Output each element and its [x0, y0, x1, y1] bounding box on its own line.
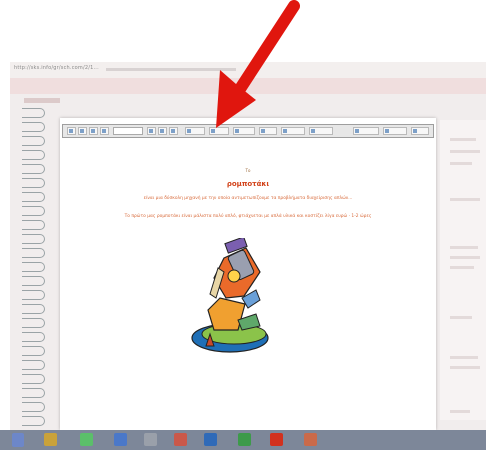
sidebar-line [450, 356, 478, 359]
powerpoint-icon[interactable] [238, 433, 251, 446]
spiral-ring [22, 150, 45, 160]
spiral-ring [22, 346, 45, 356]
sidebar-line [450, 246, 478, 249]
spiral-ring [22, 178, 45, 188]
spiral-ring [22, 136, 45, 146]
internet-explorer-icon[interactable] [114, 433, 127, 446]
sidebar-line [450, 150, 480, 153]
spiral-ring [22, 108, 45, 118]
spiral-ring [22, 164, 45, 174]
spiral-ring [22, 248, 45, 258]
chrome-icon[interactable] [80, 433, 93, 446]
spiral-ring [22, 318, 45, 328]
sidebar-line [450, 366, 480, 369]
spiral-ring [22, 262, 45, 272]
document-title: ρομποτάκι [226, 180, 270, 188]
spiral-ring [22, 206, 45, 216]
excel-icon[interactable] [204, 433, 217, 446]
italic-icon[interactable] [158, 127, 167, 135]
windows-taskbar [0, 430, 486, 450]
undo-icon[interactable] [89, 127, 98, 135]
red-pointer-arrow-icon [216, 0, 300, 128]
forward-icon[interactable] [78, 127, 87, 135]
spiral-ring [22, 276, 45, 286]
underline-icon[interactable] [169, 127, 178, 135]
spiral-ring [22, 374, 45, 384]
spiral-ring [22, 220, 45, 230]
sidebar-line [450, 138, 476, 141]
redo-icon[interactable] [100, 127, 109, 135]
spiral-ring [22, 388, 45, 398]
sidebar-line [450, 410, 470, 413]
spiral-ring [22, 402, 45, 412]
spiral-ring [22, 416, 45, 426]
align-icon[interactable] [185, 127, 205, 135]
spiral-ring [22, 122, 45, 132]
spiral-ring [22, 290, 45, 300]
file-explorer-icon[interactable] [44, 433, 57, 446]
spiral-ring [22, 360, 45, 370]
sidebar-line [450, 198, 480, 201]
paint-icon[interactable] [270, 433, 283, 446]
spiral-ring [22, 332, 45, 342]
spiral-binding [10, 108, 52, 430]
site-logo [24, 98, 60, 103]
help-icon[interactable] [411, 127, 429, 135]
back-icon[interactable] [67, 127, 76, 135]
robot-illustration [191, 238, 269, 353]
folder-icon[interactable] [304, 433, 317, 446]
spiral-ring [22, 192, 45, 202]
url-text: http://sks.info/gr/sch.com/2/1... [14, 65, 99, 71]
sidebar-line [450, 256, 480, 259]
document-description: Το πρώτο μας ρομποτάκι είναι μάλιστα πολ… [124, 214, 372, 219]
sidebar-line [450, 316, 472, 319]
right-sidebar [440, 120, 486, 420]
spiral-ring [22, 234, 45, 244]
spiral-ring [22, 304, 45, 314]
document-subtitle: είναι μια δύσκολη μηχανή με την οποία αν… [143, 196, 353, 201]
start-button[interactable] [12, 433, 24, 447]
source-icon[interactable] [353, 127, 379, 135]
more-icon[interactable] [383, 127, 407, 135]
media-icon[interactable] [174, 433, 187, 446]
document-label: Το [245, 168, 251, 173]
word-icon[interactable] [144, 433, 157, 446]
style-dropdown[interactable] [113, 127, 143, 135]
sidebar-line [450, 162, 472, 165]
sidebar-line [450, 266, 474, 269]
color-icon[interactable] [309, 127, 333, 135]
bold-icon[interactable] [147, 127, 156, 135]
